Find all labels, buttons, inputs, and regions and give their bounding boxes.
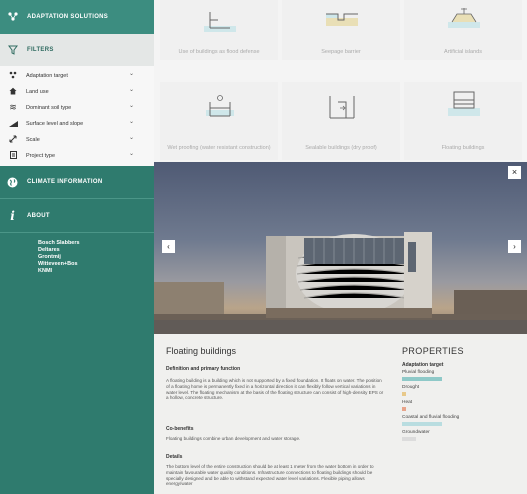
chevron-down-icon: ⌄ [128,119,134,125]
climate-information-title: CLIMATE INFORMATION [27,179,103,185]
property-label: Heat [402,400,413,405]
previous-image-button[interactable]: ‹ [162,240,175,253]
definition-text: A floating building is a building which … [166,378,384,401]
property-bar [402,437,416,441]
adaptation-solutions-title: ADAPTATION SOLUTIONS [27,14,109,20]
chevron-down-icon: ⌄ [128,103,134,109]
filter-dominant-soil-type[interactable]: ≋ Dominant soil type ⌄ [0,100,134,115]
filter-scale[interactable]: Scale ⌄ [0,132,134,147]
property-bar [402,377,442,381]
target-icon [0,71,26,81]
filter-label: Land use [26,88,49,95]
globe-icon [6,176,19,189]
filter-label: Scale [26,136,40,143]
credit-item: Deltares [38,247,60,253]
adaptation-logo-icon [6,11,19,24]
definition-heading: Definition and primary function [166,366,241,372]
filters-title: FILTERS [27,47,54,53]
tile-label: Artificial islands [444,49,482,55]
property-label: Coastal and fluvial flooding [402,415,460,420]
property-label: Groundwater [402,430,430,435]
details-text: The bottom level of the entire construct… [166,464,374,487]
tile-label: Wet proofing (water resistant constructi… [167,145,271,151]
slope-icon [0,119,26,129]
scale-icon [0,135,26,145]
filter-list: Adaptation target ⌄ Land use ⌄ ≋ Dominan… [0,66,154,166]
next-image-button[interactable]: › [508,240,521,253]
properties-subtitle: Adaptation target [402,362,444,368]
solutions-grid: Use of buildings as flood defense Seepag… [154,0,527,162]
credit-item: KNMI [38,268,53,274]
sealable-building-icon [329,96,355,119]
filter-surface-level-slope[interactable]: Surface level and slope ⌄ [0,116,134,131]
funnel-icon [6,44,19,57]
chevron-down-icon: ⌄ [128,71,134,77]
waves-icon: ≋ [9,102,17,112]
sidebar: ADAPTATION SOLUTIONS FILTERS Adaptation … [0,0,154,494]
tile-sealable-buildings[interactable]: Sealable buildings (dry proof) [282,82,400,160]
flood-defense-building-icon [204,12,236,32]
filters-header[interactable]: FILTERS [0,34,154,66]
close-button[interactable]: × [508,166,521,179]
artificial-island-icon [448,8,480,28]
adaptation-solutions-header[interactable]: ADAPTATION SOLUTIONS [0,0,154,34]
filter-label: Surface level and slope [26,120,84,127]
credit-item: Witteveen+Bos [38,261,78,267]
wet-proofing-icon [206,95,234,117]
chevron-down-icon: ⌄ [128,87,134,93]
filter-label: Adaptation target [26,72,68,79]
house-icon [0,87,26,97]
cobenefits-text: Floating buildings combine urban develop… [166,436,301,441]
cobenefits-heading: Co-benefits [166,426,194,432]
property-bar [402,407,406,411]
properties-title: PROPERTIES [402,346,464,356]
tile-label: Sealable buildings (dry proof) [305,145,377,151]
credit-item: Bosch Slabbers [38,240,80,246]
filter-label: Dominant soil type [26,104,72,111]
about-header[interactable]: i ABOUT [0,199,154,233]
tile-seepage-barrier[interactable]: Seepage barrier [282,0,400,60]
property-bar [402,422,442,426]
info-icon: i [10,208,15,223]
tile-label: Use of buildings as flood defense [178,49,260,55]
tile-flood-defense[interactable]: Use of buildings as flood defense [160,0,278,60]
tile-artificial-islands[interactable]: Artificial islands [404,0,522,60]
filter-land-use[interactable]: Land use ⌄ [0,84,134,99]
tile-label: Seepage barrier [321,49,361,55]
tile-floating-buildings[interactable]: Floating buildings [404,82,522,160]
filter-label: Project type [26,152,56,159]
seepage-barrier-icon [326,13,358,26]
tile-label: Floating buildings [441,145,485,151]
filter-project-type[interactable]: Project type ⌄ [0,148,134,163]
property-bar [402,392,406,396]
solution-title: Floating buildings [166,346,237,356]
chevron-down-icon: ⌄ [128,135,134,141]
photo-viewer: × ‹ › [154,162,527,334]
details-heading: Details [166,454,183,460]
climate-information-header[interactable]: CLIMATE INFORMATION [0,166,154,199]
property-label: Drought [402,385,420,390]
floating-building-photo [154,232,527,334]
solution-details: Floating buildings Definition and primar… [154,334,527,494]
filter-adaptation-target[interactable]: Adaptation target ⌄ [0,68,134,83]
project-icon [0,150,26,161]
credit-item: Grontmij [38,254,61,260]
about-title: ABOUT [27,212,50,219]
chevron-down-icon: ⌄ [128,151,134,157]
property-label: Pluvial flooding [402,370,435,375]
floating-building-icon [448,91,480,116]
tile-wet-proofing[interactable]: Wet proofing (water resistant constructi… [160,82,278,160]
credits-list: Bosch Slabbers Deltares Grontmij Witteve… [38,240,80,275]
